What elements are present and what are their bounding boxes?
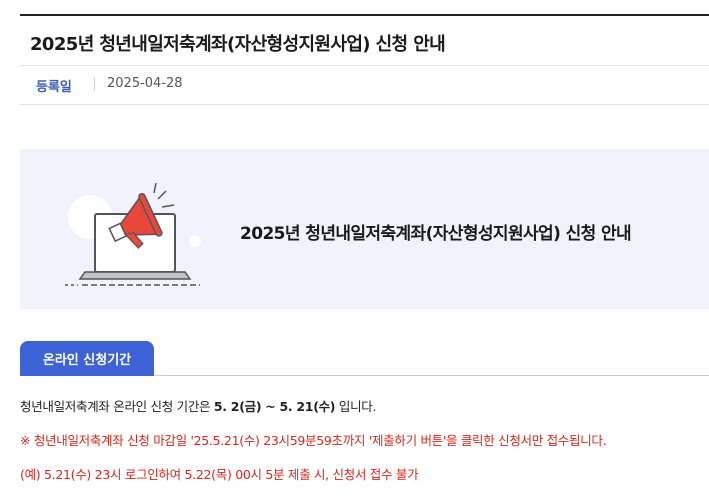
top-divider bbox=[20, 14, 709, 16]
application-period-text: 청년내일저축계좌 온라인 신청 기간은 5. 2(금) ~ 5. 21(수) 입… bbox=[20, 396, 376, 415]
banner: 2025년 청년내일저축계좌(자산형성지원사업) 신청 안내 bbox=[20, 149, 709, 309]
application-period-suffix: 입니다. bbox=[335, 399, 377, 414]
date-value: 2025-04-28 bbox=[107, 76, 183, 91]
page-title: 2025년 청년내일저축계좌(자산형성지원사업) 신청 안내 bbox=[30, 34, 446, 55]
deadline-notice: ※ 청년내일저축계좌 신청 마감일 '25.5.21(수) 23시59분59초까… bbox=[20, 433, 607, 448]
application-period-prefix: 청년내일저축계좌 온라인 신청 기간은 bbox=[20, 399, 214, 414]
meta-divider-top bbox=[20, 65, 709, 66]
date-label: 등록일 bbox=[36, 80, 72, 95]
application-period-dates: 5. 2(금) ~ 5. 21(수) bbox=[213, 399, 336, 414]
meta-divider-bottom bbox=[20, 104, 709, 105]
meta-separator bbox=[94, 78, 95, 90]
laptop-megaphone-icon bbox=[65, 182, 201, 286]
banner-title: 2025년 청년내일저축계좌(자산형성지원사업) 신청 안내 bbox=[240, 224, 632, 244]
tab-online-application-period[interactable]: 온라인 신청기간 bbox=[20, 341, 154, 376]
deadline-example: (예) 5.21(수) 23시 로그인하여 5.22(목) 00시 5분 제출 … bbox=[20, 467, 419, 482]
